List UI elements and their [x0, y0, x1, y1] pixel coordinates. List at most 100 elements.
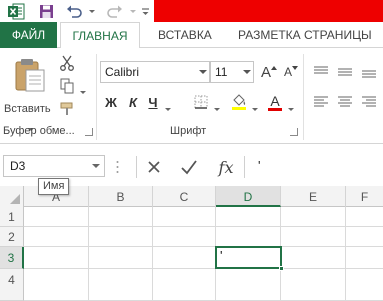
cell-c1[interactable]	[153, 207, 216, 227]
font-color-swatch	[268, 107, 282, 111]
fill-color-icon[interactable]	[228, 92, 250, 112]
cell-b4[interactable]	[89, 269, 153, 301]
cell-b2[interactable]	[89, 227, 153, 247]
cell-b3[interactable]	[89, 247, 153, 269]
font-name-value: Calibri	[105, 65, 140, 79]
clipboard-launcher-icon[interactable]	[85, 128, 93, 136]
formula-divider	[136, 156, 137, 178]
column-header-e[interactable]: E	[281, 186, 346, 207]
paste-button[interactable]: Вставить	[4, 58, 54, 131]
paste-label: Вставить	[4, 103, 51, 115]
cell-f1[interactable]	[346, 207, 383, 227]
enter-checkmark-icon[interactable]	[176, 155, 202, 179]
select-all-button[interactable]	[0, 186, 24, 207]
font-size-value: 11	[215, 65, 228, 79]
redo-dropdown-icon[interactable]	[127, 2, 137, 20]
cell-f2[interactable]	[346, 227, 383, 247]
cell-d4[interactable]	[216, 269, 281, 301]
align-bottom-icon[interactable]	[358, 62, 380, 82]
font-size-dropdown-icon[interactable]	[243, 70, 251, 74]
decrease-font-size-button[interactable]: A	[280, 62, 302, 82]
format-painter-icon[interactable]	[56, 99, 78, 119]
cell-f3[interactable]	[346, 247, 383, 269]
cell-e4[interactable]	[281, 269, 346, 301]
undo-dropdown-icon[interactable]	[86, 2, 96, 20]
cell-a4[interactable]	[24, 269, 89, 301]
cell-b1[interactable]	[89, 207, 153, 227]
redo-icon[interactable]	[105, 2, 125, 20]
excel-logo-icon[interactable]	[6, 2, 26, 20]
cell-e1[interactable]	[281, 207, 346, 227]
row-header-4[interactable]: 4	[0, 269, 24, 301]
font-color-dropdown-icon[interactable]	[286, 100, 294, 114]
align-left-icon[interactable]	[310, 92, 332, 112]
borders-dropdown-icon[interactable]	[212, 100, 220, 114]
cell-e3[interactable]	[281, 247, 346, 269]
formula-input[interactable]: '	[246, 155, 383, 179]
underline-button[interactable]: Ч	[142, 92, 164, 112]
italic-button[interactable]: К	[122, 92, 144, 112]
column-header-c[interactable]: C	[153, 186, 216, 207]
cut-icon[interactable]	[56, 53, 78, 73]
name-box-dropdown-icon[interactable]	[92, 164, 100, 168]
active-cell-d3[interactable]: '	[215, 246, 282, 269]
group-divider	[96, 54, 97, 140]
cell-d2[interactable]	[216, 227, 281, 247]
align-center-icon[interactable]	[334, 92, 356, 112]
title-bar	[0, 0, 383, 22]
underline-dropdown-icon[interactable]	[163, 100, 171, 114]
name-box[interactable]: D3	[3, 155, 105, 177]
bold-button[interactable]: Ж	[100, 92, 122, 112]
borders-icon[interactable]	[190, 92, 212, 112]
caret-up-icon	[271, 66, 277, 70]
cell-e2[interactable]	[281, 227, 346, 247]
customize-qat-icon[interactable]	[139, 2, 151, 20]
row-header-1[interactable]: 1	[0, 207, 24, 227]
formula-bar-grip-icon[interactable]	[116, 160, 119, 174]
caret-down-icon	[292, 66, 298, 70]
cell-f4[interactable]	[346, 269, 383, 301]
column-header-f[interactable]: F	[346, 186, 383, 207]
decrease-font-glyph: A	[283, 65, 292, 79]
tab-page-layout[interactable]: РАЗМЕТКА СТРАНИЦЫ	[238, 22, 372, 48]
cell-a1[interactable]	[24, 207, 89, 227]
column-header-d[interactable]: D	[216, 186, 281, 207]
font-name-combo[interactable]: Calibri	[100, 61, 210, 83]
formula-divider	[244, 156, 245, 178]
title-redaction-bar	[154, 0, 383, 22]
select-all-triangle-icon	[10, 194, 20, 204]
tab-insert[interactable]: ВСТАВКА	[158, 22, 212, 48]
cancel-icon[interactable]	[141, 155, 167, 179]
save-icon[interactable]	[36, 2, 56, 20]
increase-font-size-button[interactable]: A	[258, 62, 280, 82]
tab-file[interactable]: ФАЙЛ	[0, 22, 57, 48]
align-top-icon[interactable]	[310, 62, 332, 82]
row-header-2[interactable]: 2	[0, 227, 24, 247]
cell-c4[interactable]	[153, 269, 216, 301]
align-right-icon[interactable]	[358, 92, 380, 112]
tab-home[interactable]: ГЛАВНАЯ	[60, 22, 140, 49]
copy-dropdown-icon[interactable]	[78, 83, 86, 97]
row-header-3[interactable]: 3	[0, 247, 24, 269]
column-header-b[interactable]: B	[89, 186, 153, 207]
fill-handle[interactable]	[279, 266, 284, 271]
increase-font-glyph: A	[260, 63, 271, 81]
font-color-button[interactable]: A	[264, 92, 286, 112]
font-name-dropdown-icon[interactable]	[199, 70, 207, 74]
undo-icon[interactable]	[64, 2, 84, 20]
cell-a2[interactable]	[24, 227, 89, 247]
cell-d1[interactable]	[216, 207, 281, 227]
fill-color-dropdown-icon[interactable]	[250, 100, 258, 114]
font-size-combo[interactable]: 11	[210, 61, 254, 83]
insert-function-button[interactable]: fx	[213, 155, 239, 179]
cell-a3[interactable]	[24, 247, 89, 269]
cell-c3[interactable]	[153, 247, 216, 269]
name-box-tooltip: Имя	[38, 178, 70, 195]
align-middle-icon[interactable]	[334, 62, 356, 82]
ribbon-home: Вставить Буфер обме... Calibri 11 A A Ж …	[0, 48, 383, 144]
clipboard-group-label: Буфер обме...	[3, 125, 75, 137]
cell-c2[interactable]	[153, 227, 216, 247]
copy-icon[interactable]	[56, 76, 78, 96]
group-divider	[303, 54, 304, 140]
font-launcher-icon[interactable]	[290, 128, 298, 136]
